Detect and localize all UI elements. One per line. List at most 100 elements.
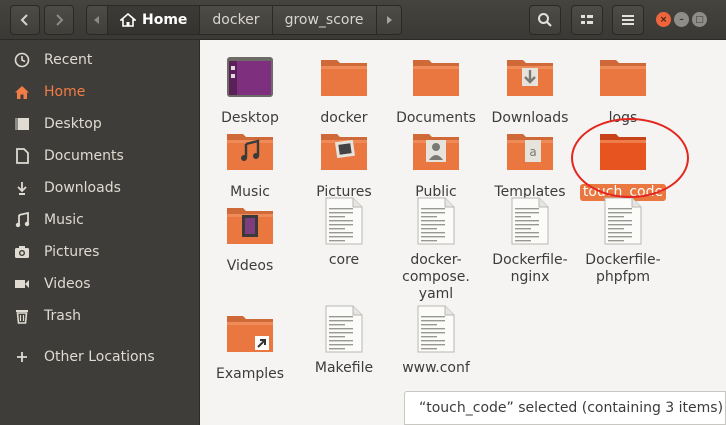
- file-item[interactable]: www.conf: [388, 304, 484, 377]
- folder-item[interactable]: Videos: [202, 202, 298, 275]
- text-file-icon: [319, 304, 369, 356]
- folder-music-icon: [225, 128, 275, 180]
- text-file-icon: [598, 196, 648, 248]
- text-file-icon: [411, 196, 461, 248]
- sidebar-item-label: Music: [44, 212, 84, 228]
- back-button[interactable]: [10, 5, 40, 35]
- home-icon: [120, 13, 136, 27]
- document-icon: [15, 148, 29, 164]
- sidebar-item-label: Trash: [44, 308, 81, 324]
- breadcrumb-grow-score[interactable]: grow_score: [272, 5, 377, 35]
- sidebar-item-label: Other Locations: [44, 349, 155, 365]
- menu-button[interactable]: [612, 5, 644, 35]
- file-label: Examples: [215, 366, 285, 382]
- folder-item[interactable]: Documents: [388, 54, 484, 127]
- sidebar-item-home[interactable]: Home: [0, 76, 199, 108]
- sidebar-item-label: Recent: [44, 52, 93, 68]
- forward-button[interactable]: [44, 5, 74, 35]
- folder-public-icon: [411, 128, 461, 180]
- folder-pictures-icon: [319, 128, 369, 180]
- sidebar: Recent Home Desktop Documents Downloads …: [0, 40, 200, 425]
- plus-icon: [17, 352, 27, 362]
- file-label: Dockerfile-phpfpm: [585, 252, 661, 285]
- file-label: docker-compose. yaml: [402, 252, 470, 302]
- annotation-ellipse: [571, 118, 689, 198]
- folder-downloads-icon: [505, 54, 555, 106]
- sidebar-item-recent[interactable]: Recent: [0, 44, 199, 76]
- folder-icon: [411, 54, 461, 106]
- chevron-left-icon: [20, 14, 28, 26]
- file-item[interactable]: Dockerfile-nginx: [482, 196, 578, 286]
- download-icon: [17, 182, 27, 195]
- folder-item[interactable]: Music: [202, 128, 298, 201]
- window-close-button[interactable]: ×: [656, 12, 671, 27]
- sidebar-item-desktop[interactable]: Desktop: [0, 108, 199, 140]
- file-item[interactable]: docker-compose. yaml: [388, 196, 484, 303]
- view-toggle-button[interactable]: [571, 5, 603, 35]
- search-button[interactable]: [529, 5, 561, 35]
- file-label: www.conf: [402, 360, 470, 376]
- minimize-icon: –: [679, 14, 684, 25]
- sidebar-item-pictures[interactable]: Pictures: [0, 236, 199, 268]
- breadcrumb-home-label: Home: [142, 12, 188, 28]
- path-scroll-left-button[interactable]: [86, 5, 108, 35]
- file-item[interactable]: core: [296, 196, 392, 269]
- desktop-icon: [15, 118, 29, 130]
- sidebar-item-label: Documents: [44, 148, 124, 164]
- music-icon: [15, 212, 29, 228]
- text-file-icon: [319, 196, 369, 248]
- folder-item[interactable]: logs: [575, 54, 671, 127]
- sidebar-item-label: Home: [44, 84, 86, 100]
- folder-link-icon: [225, 310, 275, 362]
- sidebar-item-other-locations[interactable]: Other Locations: [0, 341, 199, 373]
- trash-icon: [16, 310, 28, 324]
- hamburger-menu-icon: [622, 15, 634, 25]
- folder-item[interactable]: Desktop: [202, 54, 298, 127]
- breadcrumb-docker[interactable]: docker: [200, 5, 273, 35]
- sidebar-item-label: Desktop: [44, 116, 102, 132]
- status-bar: “touch_code” selected (containing 3 item…: [404, 391, 726, 425]
- sidebar-item-label: Videos: [44, 276, 91, 292]
- window-maximize-button[interactable]: □: [692, 12, 707, 27]
- maximize-icon: □: [695, 14, 704, 25]
- triangle-right-icon: [386, 16, 392, 24]
- chevron-right-icon: [56, 14, 64, 26]
- window-minimize-button[interactable]: –: [674, 12, 689, 27]
- text-file-icon: [411, 304, 461, 356]
- search-icon: [538, 13, 552, 27]
- folder-icon: [598, 54, 648, 106]
- sidebar-item-documents[interactable]: Documents: [0, 140, 199, 172]
- sidebar-item-downloads[interactable]: Downloads: [0, 172, 199, 204]
- header-bar: Home docker grow_score × – □: [0, 0, 726, 40]
- file-label: Videos: [226, 258, 274, 274]
- sidebar-item-trash[interactable]: Trash: [0, 300, 199, 332]
- sidebar-item-videos[interactable]: Videos: [0, 268, 199, 300]
- folder-item[interactable]: Examples: [202, 310, 298, 383]
- view-toggle-icon: [581, 15, 593, 24]
- sidebar-item-label: Downloads: [44, 180, 121, 196]
- status-text: “touch_code” selected (containing 3 item…: [419, 400, 724, 416]
- folder-templates-icon: a: [505, 128, 555, 180]
- path-scroll-right-button[interactable]: [376, 5, 402, 35]
- folder-videos-icon: [225, 202, 275, 254]
- triangle-left-icon: [94, 16, 99, 24]
- file-item[interactable]: Makefile: [296, 304, 392, 377]
- close-icon: ×: [659, 14, 668, 25]
- breadcrumb-docker-label: docker: [212, 12, 260, 28]
- folder-desktop-icon: [225, 54, 275, 106]
- file-label: Downloads: [491, 110, 569, 126]
- folder-item[interactable]: Public: [388, 128, 484, 201]
- folder-item[interactable]: a Templates: [482, 128, 578, 201]
- file-label: Dockerfile-nginx: [492, 252, 568, 285]
- file-item[interactable]: Dockerfile-phpfpm: [575, 196, 671, 286]
- breadcrumb-home[interactable]: Home: [108, 5, 201, 35]
- clock-icon: [14, 52, 30, 68]
- video-icon: [15, 280, 29, 288]
- file-label: Documents: [396, 110, 476, 126]
- file-label: Music: [230, 184, 270, 200]
- folder-item[interactable]: Downloads: [482, 54, 578, 127]
- folder-item[interactable]: docker: [296, 54, 392, 127]
- sidebar-item-music[interactable]: Music: [0, 204, 199, 236]
- folder-item[interactable]: Pictures: [296, 128, 392, 201]
- file-label: docker: [320, 110, 368, 126]
